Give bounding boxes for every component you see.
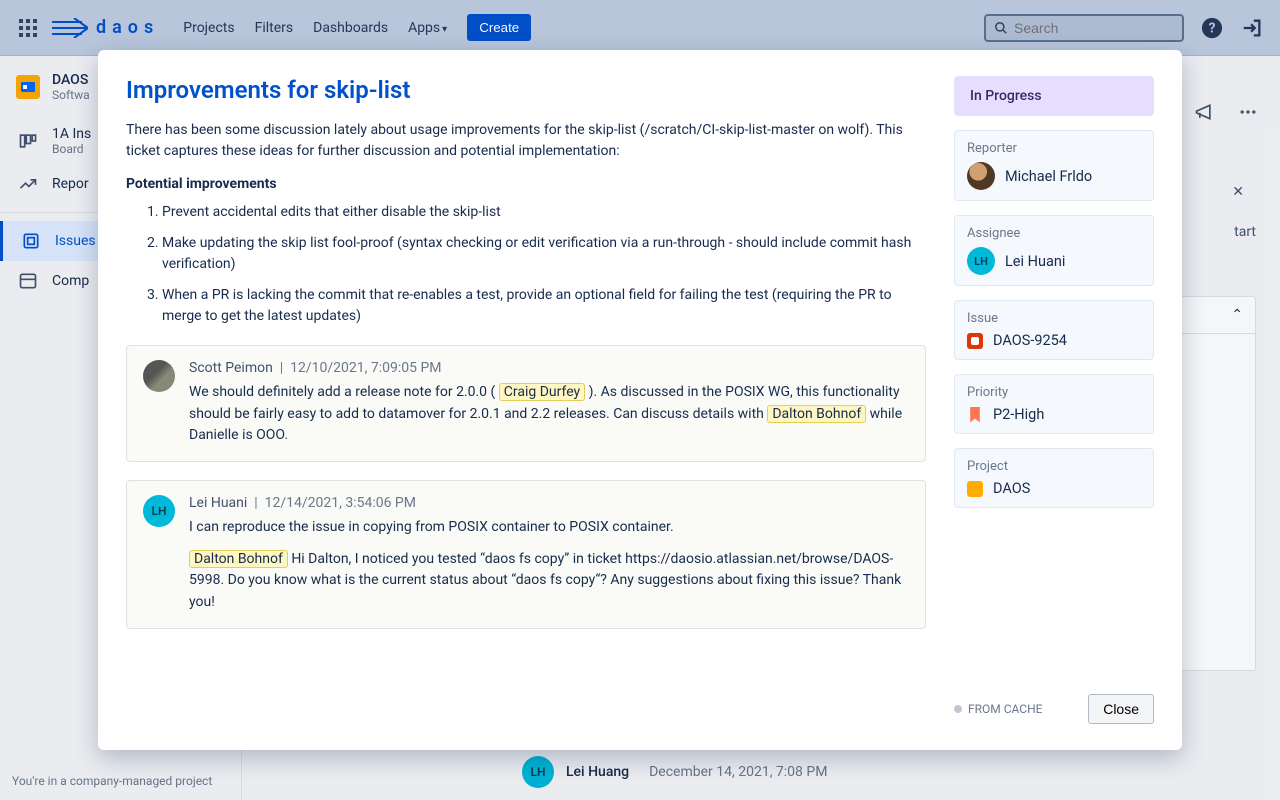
project-card: Project DAOS: [954, 448, 1154, 508]
mention[interactable]: Craig Durfey: [499, 383, 585, 401]
project-avatar-icon: [967, 481, 983, 497]
comment: Scott Peimon | 12/10/2021, 7:09:05 PM We…: [126, 345, 926, 462]
status-badge[interactable]: In Progress: [954, 76, 1154, 116]
priority-icon: [967, 407, 983, 423]
assignee-name: Lei Huani: [1005, 253, 1065, 270]
mention[interactable]: Dalton Bohnof: [767, 405, 866, 423]
avatar: [143, 360, 175, 392]
comment-timestamp: 12/10/2021, 7:09:05 PM: [290, 360, 441, 376]
reporter-name: Michael Frldo: [1005, 168, 1092, 185]
avatar: LH: [143, 495, 175, 527]
avatar: [967, 162, 995, 190]
bug-icon: [967, 333, 983, 349]
mention[interactable]: Dalton Bohnof: [189, 550, 288, 568]
project-value: DAOS: [993, 480, 1030, 497]
priority-value: P2-High: [993, 406, 1044, 423]
issue-key: DAOS-9254: [993, 332, 1067, 349]
comment-timestamp: 12/14/2021, 3:54:06 PM: [265, 495, 416, 511]
issue-card: Issue DAOS-9254: [954, 300, 1154, 360]
issue-modal: Improvements for skip-list There has bee…: [98, 50, 1182, 750]
issue-title: Improvements for skip-list: [126, 76, 926, 104]
issue-description: There has been some discussion lately ab…: [126, 120, 926, 327]
comment: LH Lei Huani | 12/14/2021, 3:54:06 PM I …: [126, 480, 926, 629]
close-button[interactable]: Close: [1088, 694, 1154, 724]
comment-author: Lei Huani: [189, 495, 247, 511]
avatar: LH: [967, 247, 995, 275]
priority-card: Priority P2-High: [954, 374, 1154, 434]
comment-author: Scott Peimon: [189, 360, 273, 376]
assignee-card: Assignee LHLei Huani: [954, 215, 1154, 286]
reporter-card: Reporter Michael Frldo: [954, 130, 1154, 201]
cache-indicator: FROM CACHE: [954, 702, 1043, 716]
